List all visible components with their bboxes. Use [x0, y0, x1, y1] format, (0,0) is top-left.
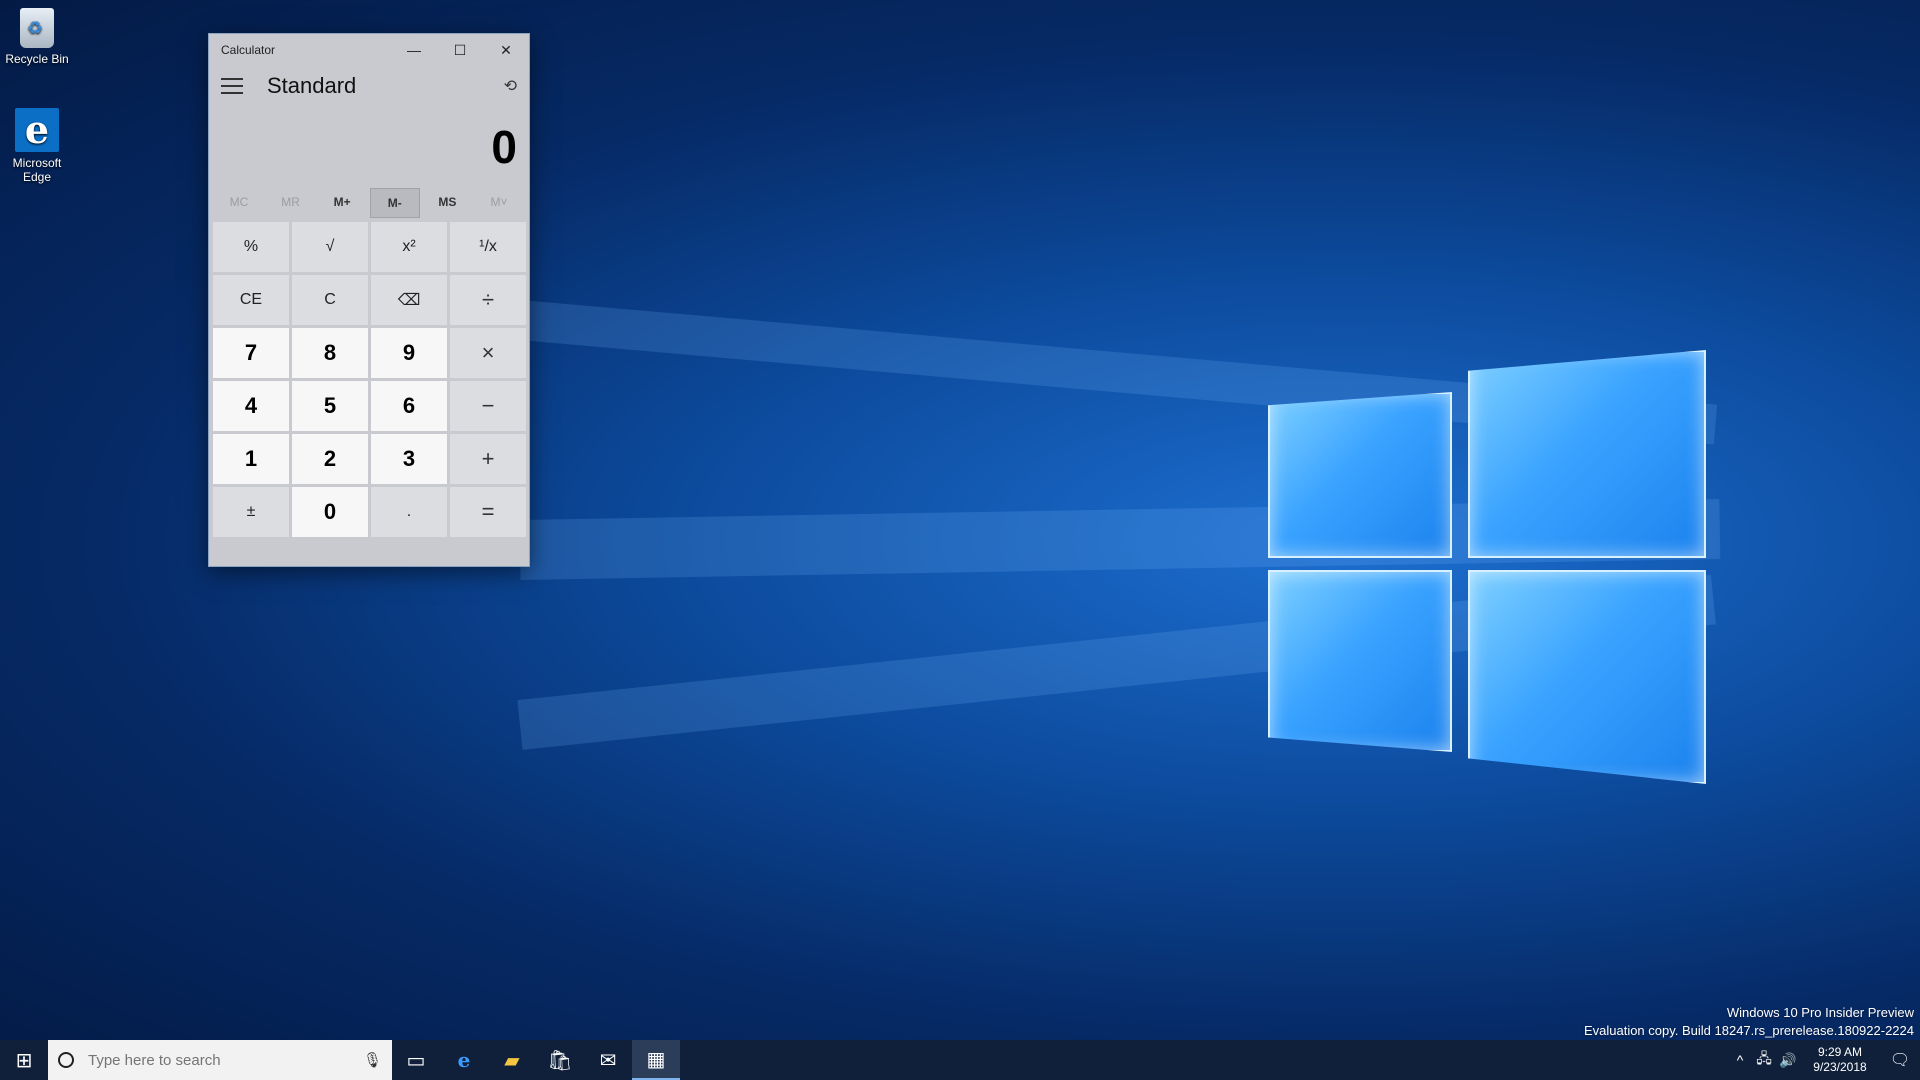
- taskbar-store-button[interactable]: 🛍: [536, 1040, 584, 1080]
- clock-time: 9:29 AM: [1817, 1045, 1863, 1059]
- key-15[interactable]: −: [450, 381, 526, 431]
- key-18[interactable]: 3: [371, 434, 447, 484]
- titlebar[interactable]: Calculator — ☐ ✕: [209, 34, 529, 66]
- system-tray: ^ 🖧 🔊 9:29 AM 9/23/2018 🗨: [1728, 1045, 1920, 1075]
- key-10[interactable]: 9: [371, 328, 447, 378]
- build-watermark: Windows 10 Pro Insider Preview Evaluatio…: [1584, 1004, 1914, 1040]
- windows-logo-pane: [1468, 570, 1706, 784]
- key-16[interactable]: 1: [213, 434, 289, 484]
- taskbar-calculator-button[interactable]: ▦: [632, 1040, 680, 1080]
- key-12[interactable]: 4: [213, 381, 289, 431]
- desktop-icon-label: Recycle Bin: [5, 52, 69, 66]
- key-9[interactable]: 8: [292, 328, 368, 378]
- taskbar-mail-button[interactable]: ✉: [584, 1040, 632, 1080]
- watermark-build: Evaluation copy. Build 18247.rs_prerelea…: [1583, 1023, 1914, 1038]
- key-23[interactable]: =: [450, 487, 526, 537]
- key-1[interactable]: √: [292, 222, 368, 272]
- minimize-button[interactable]: —: [391, 34, 437, 66]
- key-17[interactable]: 2: [292, 434, 368, 484]
- key-21[interactable]: 0: [292, 487, 368, 537]
- taskbar-file-explorer-button[interactable]: ▰: [488, 1040, 536, 1080]
- windows-logo-pane: [1468, 350, 1706, 558]
- memory-add-button[interactable]: M+: [318, 188, 366, 216]
- mail-icon: ✉: [599, 1049, 617, 1072]
- mode-title: Standard: [267, 73, 357, 98]
- watermark-edition: Windows 10 Pro Insider Preview: [1726, 1005, 1914, 1020]
- key-0[interactable]: %: [213, 222, 289, 272]
- desktop-icon-recycle-bin[interactable]: Recycle Bin: [0, 8, 74, 66]
- history-icon[interactable]: ⟲: [504, 76, 517, 96]
- windows-logo-pane: [1268, 570, 1452, 752]
- key-3[interactable]: ¹/x: [450, 222, 526, 272]
- search-box[interactable]: 🎙: [48, 1040, 392, 1080]
- cortana-icon: [58, 1052, 74, 1068]
- memory-row: MC MR M+ M- MS M˅: [209, 182, 529, 218]
- memory-list-button[interactable]: M˅: [475, 188, 523, 216]
- desktop-icon-label: Microsoft Edge: [12, 156, 62, 184]
- key-19[interactable]: +: [450, 434, 526, 484]
- task-view-icon: ▭: [406, 1049, 426, 1072]
- key-22[interactable]: .: [371, 487, 447, 537]
- key-8[interactable]: 7: [213, 328, 289, 378]
- key-14[interactable]: 6: [371, 381, 447, 431]
- key-7[interactable]: ÷: [450, 275, 526, 325]
- close-button[interactable]: ✕: [483, 34, 529, 66]
- action-center-icon[interactable]: 🗨: [1880, 1050, 1920, 1070]
- keypad: % √ x² ¹/x CE C ⌫ ÷ 7 8 9 × 4 5 6− 1 2 3 + ±0. =: [209, 218, 529, 537]
- task-view-button[interactable]: ▭: [392, 1040, 440, 1080]
- desktop-icon-edge[interactable]: e Microsoft Edge: [0, 108, 74, 185]
- windows-start-icon: ⊞: [15, 1049, 33, 1072]
- window-title: Calculator: [221, 43, 276, 57]
- key-20[interactable]: ±: [213, 487, 289, 537]
- search-input[interactable]: [86, 1050, 363, 1070]
- store-icon: 🛍: [547, 1049, 573, 1072]
- key-4[interactable]: CE: [213, 275, 289, 325]
- edge-icon: e: [15, 108, 59, 152]
- calculator-icon: ▦: [646, 1048, 666, 1071]
- microphone-icon[interactable]: 🎙: [363, 1051, 382, 1069]
- clock[interactable]: 9:29 AM 9/23/2018: [1800, 1045, 1880, 1075]
- network-icon[interactable]: 🖧: [1752, 1048, 1776, 1072]
- key-2[interactable]: x²: [371, 222, 447, 272]
- calculator-window: Calculator — ☐ ✕ Standard ⟲ 0 MC MR M+ M…: [208, 33, 530, 567]
- taskbar: ⊞ 🎙 ▭ e ▰ 🛍 ✉ ▦ ^ 🖧 🔊 9:29 AM 9/23/2018 …: [0, 1040, 1920, 1080]
- clock-date: 9/23/2018: [1813, 1060, 1867, 1074]
- maximize-button[interactable]: ☐: [437, 34, 483, 66]
- memory-subtract-button[interactable]: M-: [369, 188, 420, 218]
- key-13[interactable]: 5: [292, 381, 368, 431]
- key-6[interactable]: ⌫: [371, 275, 447, 325]
- chevron-up-icon[interactable]: ^: [1728, 1052, 1752, 1068]
- result-display: 0: [491, 121, 517, 173]
- memory-recall-button[interactable]: MR: [267, 188, 315, 216]
- taskbar-edge-button[interactable]: e: [440, 1040, 488, 1080]
- key-11[interactable]: ×: [450, 328, 526, 378]
- folder-icon: ▰: [504, 1049, 520, 1072]
- calculator-header: Standard ⟲: [209, 66, 529, 106]
- hamburger-menu-icon[interactable]: [221, 78, 243, 94]
- windows-logo-pane: [1268, 392, 1452, 558]
- recycle-bin-icon: [20, 8, 54, 48]
- memory-store-button[interactable]: MS: [423, 188, 471, 216]
- memory-clear-button[interactable]: MC: [215, 188, 263, 216]
- volume-icon[interactable]: 🔊: [1776, 1052, 1800, 1069]
- key-5[interactable]: C: [292, 275, 368, 325]
- edge-icon: e: [457, 1048, 471, 1072]
- start-button[interactable]: ⊞: [0, 1040, 48, 1080]
